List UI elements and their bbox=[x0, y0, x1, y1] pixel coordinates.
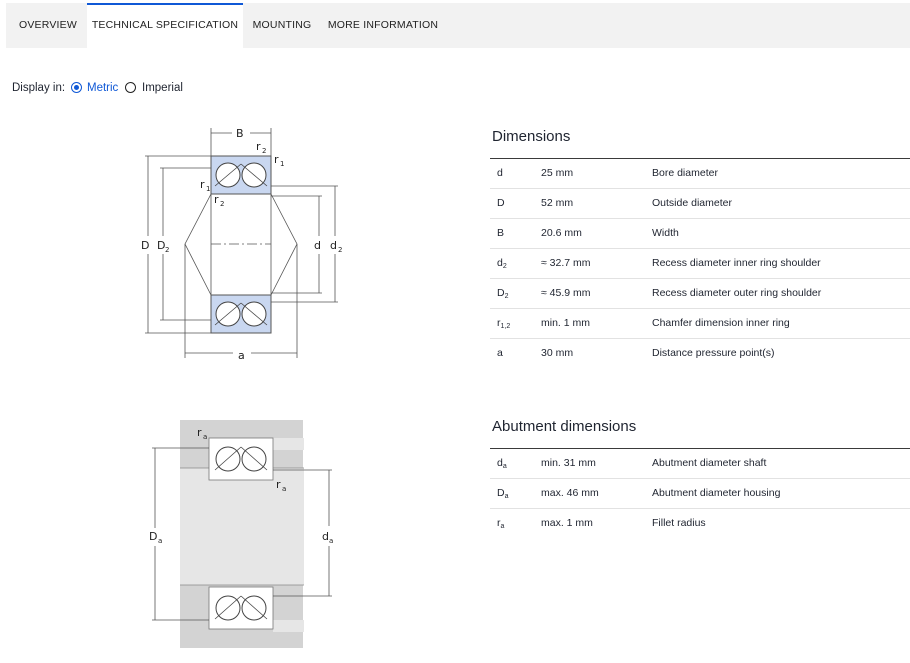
dimensions-table: d 25 mm Bore diameter D 52 mm Outside di… bbox=[490, 158, 910, 368]
bearing-cross-section-drawing: B D D 2 d d 2 a r 2 r 1 r 1 r 2 bbox=[141, 127, 342, 362]
symbol: ra bbox=[497, 517, 505, 530]
table-row: D 52 mm Outside diameter bbox=[490, 189, 910, 219]
radio-imperial[interactable] bbox=[125, 82, 136, 93]
description: Fillet radius bbox=[652, 517, 706, 529]
symbol: d2 bbox=[497, 257, 507, 270]
value: 20.6 mm bbox=[541, 227, 582, 239]
description: Distance pressure point(s) bbox=[652, 347, 775, 359]
table-row: d 25 mm Bore diameter bbox=[490, 159, 910, 189]
description: Abutment diameter housing bbox=[652, 487, 781, 499]
description: Width bbox=[652, 227, 679, 239]
value: 52 mm bbox=[541, 197, 574, 209]
label-da: d bbox=[322, 530, 329, 543]
symbol: D2 bbox=[497, 287, 509, 300]
label-ra-top: r bbox=[197, 426, 202, 439]
table-row: da min. 31 mm Abutment diameter shaft bbox=[490, 449, 910, 479]
svg-text:a: a bbox=[282, 485, 286, 493]
svg-text:2: 2 bbox=[165, 246, 169, 254]
abutment-title: Abutment dimensions bbox=[492, 418, 637, 435]
tab-technical-specification[interactable]: TECHNICAL SPECIFICATION bbox=[87, 3, 243, 48]
tab-bar: OVERVIEW TECHNICAL SPECIFICATION MOUNTIN… bbox=[6, 3, 910, 48]
svg-text:2: 2 bbox=[220, 200, 224, 208]
table-row: ra max. 1 mm Fillet radius bbox=[490, 509, 910, 538]
value: 25 mm bbox=[541, 167, 574, 179]
description: Outside diameter bbox=[652, 197, 732, 209]
tab-overview[interactable]: OVERVIEW bbox=[6, 3, 90, 48]
label-D: D bbox=[141, 239, 149, 252]
svg-text:2: 2 bbox=[338, 246, 342, 254]
label-a: a bbox=[238, 349, 245, 362]
symbol: a bbox=[497, 347, 503, 359]
tab-more-information[interactable]: MORE INFORMATION bbox=[321, 3, 445, 48]
abutment-table: da min. 31 mm Abutment diameter shaft Da… bbox=[490, 448, 910, 538]
label-r1-top: r bbox=[274, 153, 279, 166]
table-row: r1,2 min. 1 mm Chamfer dimension inner r… bbox=[490, 309, 910, 339]
metric-label[interactable]: Metric bbox=[87, 80, 118, 96]
value: max. 46 mm bbox=[541, 487, 599, 499]
radio-metric[interactable] bbox=[71, 82, 82, 93]
symbol: r1,2 bbox=[497, 317, 511, 330]
imperial-label[interactable]: Imperial bbox=[142, 80, 183, 96]
svg-text:a: a bbox=[329, 537, 333, 545]
table-row: B 20.6 mm Width bbox=[490, 219, 910, 249]
value: max. 1 mm bbox=[541, 517, 593, 529]
dimensions-title: Dimensions bbox=[492, 128, 571, 145]
tab-mounting[interactable]: MOUNTING bbox=[243, 3, 321, 48]
table-row: D2 ≈ 45.9 mm Recess diameter outer ring … bbox=[490, 279, 910, 309]
symbol: da bbox=[497, 457, 507, 470]
description: Bore diameter bbox=[652, 167, 718, 179]
table-row: a 30 mm Distance pressure point(s) bbox=[490, 339, 910, 368]
symbol: B bbox=[497, 227, 505, 239]
label-B: B bbox=[236, 127, 244, 140]
symbol: Da bbox=[497, 487, 509, 500]
description: Recess diameter inner ring shoulder bbox=[652, 257, 821, 269]
svg-text:1: 1 bbox=[206, 185, 210, 193]
label-d2: d bbox=[330, 239, 337, 252]
label-r1-side: r bbox=[200, 178, 205, 191]
symbol: D bbox=[497, 197, 505, 209]
table-row: d2 ≈ 32.7 mm Recess diameter inner ring … bbox=[490, 249, 910, 279]
value: ≈ 45.9 mm bbox=[541, 287, 591, 299]
abutment-drawing: D a d a r a r a bbox=[149, 420, 333, 648]
svg-text:a: a bbox=[203, 433, 207, 441]
symbol: d bbox=[497, 167, 503, 179]
svg-text:2: 2 bbox=[262, 147, 266, 155]
description: Abutment diameter shaft bbox=[652, 457, 767, 469]
value: min. 1 mm bbox=[541, 317, 591, 329]
svg-text:1: 1 bbox=[280, 160, 284, 168]
description: Chamfer dimension inner ring bbox=[652, 317, 790, 329]
label-r2-top: r bbox=[256, 140, 261, 153]
label-Da: D bbox=[149, 530, 157, 543]
value: min. 31 mm bbox=[541, 457, 596, 469]
value: 30 mm bbox=[541, 347, 574, 359]
description: Recess diameter outer ring shoulder bbox=[652, 287, 822, 299]
table-row: Da max. 46 mm Abutment diameter housing bbox=[490, 479, 910, 509]
value: ≈ 32.7 mm bbox=[541, 257, 591, 269]
label-ra-side: r bbox=[276, 478, 281, 491]
svg-text:a: a bbox=[158, 537, 162, 545]
label-d: d bbox=[314, 239, 321, 252]
display-in-label: Display in: bbox=[12, 82, 66, 94]
label-r2-side: r bbox=[214, 193, 219, 206]
